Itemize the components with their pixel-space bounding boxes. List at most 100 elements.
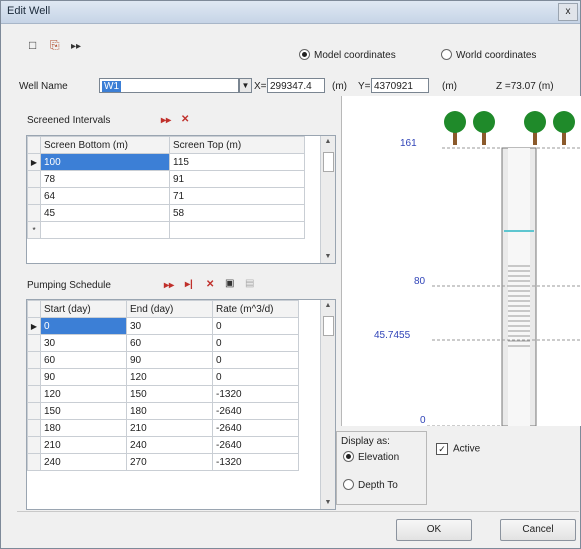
table-cell[interactable]: 60 <box>126 334 213 352</box>
elevation-label: 161 <box>400 138 417 149</box>
table-row[interactable]: 240 270 -1320 <box>27 453 299 471</box>
table-row[interactable]: 120 150 -1320 <box>27 385 299 403</box>
y-label: Y= <box>358 81 371 92</box>
column-header: Start (day) <box>40 300 127 318</box>
new-row-icon: * <box>27 221 41 239</box>
table-cell[interactable]: 0 <box>212 334 299 352</box>
radio-selected-icon <box>299 49 310 60</box>
table-cell[interactable]: 58 <box>169 204 305 222</box>
table-cell[interactable]: 180 <box>40 419 127 437</box>
table-cell[interactable]: 0 <box>212 317 299 335</box>
vertical-scrollbar[interactable]: ▲ ▼ <box>320 300 335 509</box>
x-field[interactable]: 299347.4 <box>267 78 325 93</box>
table-cell[interactable]: 240 <box>126 436 213 454</box>
radio-empty-icon <box>343 479 354 490</box>
checkmark-icon: ✓ <box>436 443 448 455</box>
import-icon[interactable]: ▣ <box>225 278 234 289</box>
insert-row-icon[interactable]: ▸▸ <box>164 280 174 291</box>
model-coordinates-radio[interactable]: Model coordinates <box>299 49 396 61</box>
chevron-down-icon[interactable]: ▼ <box>239 78 252 93</box>
table-cell[interactable]: 90 <box>126 351 213 369</box>
pumping-schedule-grid[interactable]: Start (day) End (day) Rate (m^3/d) ▶ 0 3… <box>26 299 336 510</box>
well-bore <box>508 148 530 426</box>
table-cell[interactable]: 78 <box>40 170 170 188</box>
display-as-label: Display as: <box>341 436 390 447</box>
table-cell[interactable]: 210 <box>40 436 127 454</box>
well-name-combo[interactable]: W1 <box>99 78 239 93</box>
table-row[interactable]: 90 120 0 <box>27 368 299 386</box>
table-row[interactable]: 64 71 <box>27 187 305 205</box>
current-row-icon: ▶ <box>27 317 41 335</box>
copy-icon[interactable]: ⎘ <box>50 38 60 53</box>
table-cell[interactable]: 120 <box>40 385 127 403</box>
table-row[interactable]: 78 91 <box>27 170 305 188</box>
world-coordinates-radio[interactable]: World coordinates <box>441 49 536 61</box>
delete-row-icon[interactable]: ✕ <box>206 279 214 290</box>
scroll-thumb[interactable] <box>323 316 334 336</box>
table-cell[interactable]: -1320 <box>212 385 299 403</box>
table-cell[interactable]: 180 <box>126 402 213 420</box>
table-cell[interactable]: -2640 <box>212 436 299 454</box>
table-cell[interactable]: -1320 <box>212 453 299 471</box>
well-diagram-svg: 161 80 45.7455 0 <box>374 111 581 427</box>
column-header: Rate (m^3/d) <box>212 300 299 318</box>
table-cell[interactable]: 150 <box>40 402 127 420</box>
vertical-scrollbar[interactable]: ▲ ▼ <box>320 136 335 263</box>
insert-icon[interactable]: ▸▸ <box>71 41 81 52</box>
scroll-thumb[interactable] <box>323 152 334 172</box>
close-button[interactable]: x <box>558 3 578 21</box>
table-row[interactable]: 180 210 -2640 <box>27 419 299 437</box>
scroll-down-icon[interactable]: ▼ <box>321 497 335 509</box>
active-checkbox[interactable]: ✓ Active <box>436 443 480 455</box>
table-cell[interactable]: 150 <box>126 385 213 403</box>
elevation-label: 80 <box>414 276 426 287</box>
export-icon[interactable]: ▤ <box>245 278 254 289</box>
table-row[interactable]: 150 180 -2640 <box>27 402 299 420</box>
insert-row-icon[interactable]: ▸▸ <box>161 115 171 126</box>
table-row[interactable]: 45 58 <box>27 204 305 222</box>
delete-row-icon[interactable]: ✕ <box>181 114 189 125</box>
table-cell[interactable]: 71 <box>169 187 305 205</box>
ok-button[interactable]: OK <box>396 519 472 541</box>
table-row[interactable]: 30 60 0 <box>27 334 299 352</box>
table-cell[interactable]: 210 <box>126 419 213 437</box>
scroll-up-icon[interactable]: ▲ <box>321 300 335 312</box>
table-row[interactable]: ▶ 0 30 0 <box>27 317 299 335</box>
depth-to-radio[interactable]: Depth To <box>343 479 398 491</box>
new-row[interactable]: * <box>27 221 305 239</box>
screened-intervals-grid[interactable]: Screen Bottom (m) Screen Top (m) ▶ 100 1… <box>26 135 336 264</box>
elevation-label: 45.7455 <box>374 330 411 341</box>
tree-icon <box>553 111 575 145</box>
table-cell[interactable]: 64 <box>40 187 170 205</box>
table-cell[interactable]: -2640 <box>212 402 299 420</box>
table-cell[interactable]: 240 <box>40 453 127 471</box>
table-cell[interactable]: -2640 <box>212 419 299 437</box>
scroll-up-icon[interactable]: ▲ <box>321 136 335 148</box>
column-header: Screen Bottom (m) <box>40 136 170 154</box>
table-cell[interactable]: 91 <box>169 170 305 188</box>
cancel-button[interactable]: Cancel <box>500 519 576 541</box>
table-cell[interactable]: 30 <box>40 334 127 352</box>
elevation-radio[interactable]: Elevation <box>343 451 399 463</box>
table-cell[interactable]: 90 <box>40 368 127 386</box>
table-cell[interactable]: 30 <box>126 317 213 335</box>
y-field[interactable]: 4370921 <box>371 78 429 93</box>
insert-after-icon[interactable]: ▸| <box>185 279 193 290</box>
scroll-down-icon[interactable]: ▼ <box>321 251 335 263</box>
table-row[interactable]: 60 90 0 <box>27 351 299 369</box>
radio-selected-icon <box>343 451 354 462</box>
table-cell[interactable]: 0 <box>212 351 299 369</box>
table-cell[interactable]: 0 <box>212 368 299 386</box>
edit-well-window: Edit Well x □ ⎘ ▸▸ Model coordinates Wor… <box>0 0 581 549</box>
table-cell[interactable]: 120 <box>126 368 213 386</box>
table-cell[interactable]: 100 <box>40 153 170 171</box>
table-cell[interactable]: 45 <box>40 204 170 222</box>
table-cell[interactable]: 115 <box>169 153 305 171</box>
table-row[interactable]: ▶ 100 115 <box>27 153 305 171</box>
grid-header-row: Start (day) End (day) Rate (m^3/d) <box>27 300 299 318</box>
table-cell[interactable]: 270 <box>126 453 213 471</box>
table-cell[interactable]: 0 <box>40 317 127 335</box>
table-cell[interactable]: 60 <box>40 351 127 369</box>
new-icon[interactable]: □ <box>29 38 36 52</box>
table-row[interactable]: 210 240 -2640 <box>27 436 299 454</box>
